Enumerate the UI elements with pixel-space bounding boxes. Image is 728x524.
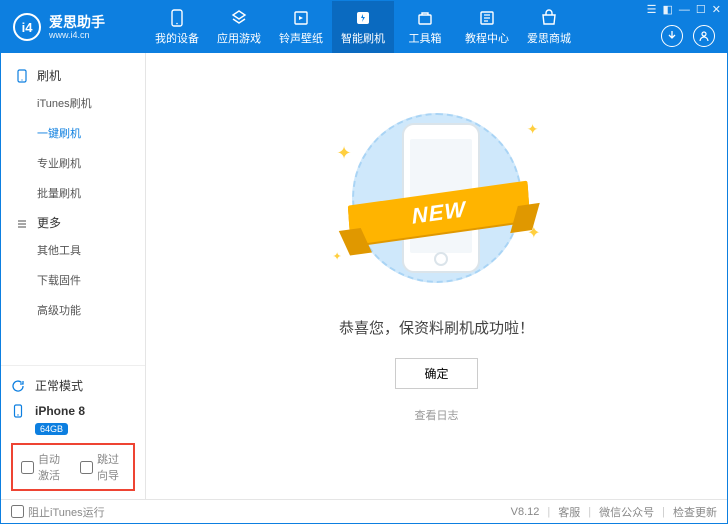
- window-controls: ☰ ◧ — ☐ ✕: [647, 3, 721, 16]
- storage-badge: 64GB: [35, 423, 68, 435]
- ringtones-icon: [292, 9, 310, 27]
- tab-ringtones[interactable]: 铃声壁纸: [270, 1, 332, 53]
- tab-label: 教程中心: [465, 30, 509, 46]
- group-title: 刷机: [37, 67, 61, 84]
- sidebar-group-header[interactable]: 更多: [1, 208, 145, 235]
- sidebar-item[interactable]: 批量刷机: [1, 178, 145, 208]
- group-icon: [15, 69, 29, 83]
- devices-icon: [168, 9, 186, 27]
- star-icon: ✦: [337, 143, 352, 164]
- version-label: V8.12: [511, 506, 540, 518]
- refresh-icon: [11, 379, 29, 393]
- tab-label: 爱思商城: [527, 30, 571, 46]
- confirm-button[interactable]: 确定: [395, 358, 477, 389]
- skip-guide-checkbox[interactable]: 跳过向导: [80, 451, 125, 483]
- main-content: ✦ ✦ ✦ ✦ NEW 恭喜您，保资料刷机成功啦！ 确定 查看日志: [146, 53, 727, 499]
- logo-subtitle: www.i4.cn: [49, 31, 105, 40]
- sidebar-item[interactable]: iTunes刷机: [1, 88, 145, 118]
- logo: i4 爱思助手 www.i4.cn: [1, 13, 146, 41]
- tab-label: 智能刷机: [341, 30, 385, 46]
- logo-icon: i4: [13, 13, 41, 41]
- toolbox-icon: [416, 9, 434, 27]
- tab-label: 工具箱: [409, 30, 442, 46]
- tab-label: 铃声壁纸: [279, 30, 323, 46]
- status-bar: 阻止iTunes运行 V8.12 | 客服 | 微信公众号 | 检查更新: [1, 499, 727, 523]
- tab-flash[interactable]: 智能刷机: [332, 1, 394, 53]
- sidebar-item[interactable]: 专业刷机: [1, 148, 145, 178]
- sidebar: 刷机 iTunes刷机一键刷机专业刷机批量刷机更多其他工具下载固件高级功能 正常模…: [1, 53, 146, 499]
- tab-label: 我的设备: [155, 30, 199, 46]
- mode-row[interactable]: 正常模式: [11, 374, 135, 397]
- apps-icon: [230, 9, 248, 27]
- tab-store[interactable]: 爱思商城: [518, 1, 580, 53]
- star-icon: ✦: [527, 121, 539, 138]
- view-log-link[interactable]: 查看日志: [415, 407, 459, 423]
- user-icon[interactable]: [693, 25, 715, 47]
- sidebar-group-header[interactable]: 刷机: [1, 61, 145, 88]
- minimize-icon[interactable]: —: [679, 4, 690, 16]
- maximize-icon[interactable]: ☐: [696, 3, 706, 16]
- logo-title: 爱思助手: [49, 15, 105, 29]
- close-icon[interactable]: ✕: [712, 3, 721, 16]
- flash-icon: [354, 9, 372, 27]
- star-icon: ✦: [333, 250, 342, 263]
- tab-toolbox[interactable]: 工具箱: [394, 1, 456, 53]
- skin-icon[interactable]: ◧: [663, 3, 673, 16]
- tutorial-icon: [478, 9, 496, 27]
- app-header: i4 爱思助手 www.i4.cn 我的设备 应用游戏 铃声壁纸 智能刷机 工具箱 教程中…: [1, 1, 727, 53]
- ribbon-banner: NEW: [349, 193, 529, 233]
- sidebar-item[interactable]: 其他工具: [1, 235, 145, 265]
- block-itunes-checkbox[interactable]: 阻止iTunes运行: [11, 504, 105, 520]
- group-icon: [15, 216, 29, 230]
- mode-label: 正常模式: [35, 377, 83, 394]
- auto-activate-checkbox[interactable]: 自动激活: [21, 451, 66, 483]
- options-highlight-box: 自动激活 跳过向导: [11, 443, 135, 491]
- sidebar-item[interactable]: 高级功能: [1, 295, 145, 325]
- phone-icon: [11, 404, 29, 418]
- sidebar-item[interactable]: 下载固件: [1, 265, 145, 295]
- wechat-link[interactable]: 微信公众号: [599, 504, 654, 520]
- check-update-link[interactable]: 检查更新: [673, 504, 717, 520]
- menu-icon[interactable]: ☰: [647, 3, 657, 16]
- group-title: 更多: [37, 214, 61, 231]
- tab-devices[interactable]: 我的设备: [146, 1, 208, 53]
- main-tabs: 我的设备 应用游戏 铃声壁纸 智能刷机 工具箱 教程中心 爱思商城: [146, 1, 580, 53]
- tab-label: 应用游戏: [217, 30, 261, 46]
- device-row[interactable]: iPhone 8: [11, 401, 135, 421]
- tab-tutorial[interactable]: 教程中心: [456, 1, 518, 53]
- success-illustration: ✦ ✦ ✦ ✦ NEW: [327, 103, 547, 293]
- download-icon[interactable]: [661, 25, 683, 47]
- sidebar-item[interactable]: 一键刷机: [1, 118, 145, 148]
- device-name: iPhone 8: [35, 404, 85, 418]
- tab-apps[interactable]: 应用游戏: [208, 1, 270, 53]
- header-actions: [661, 25, 715, 47]
- support-link[interactable]: 客服: [558, 504, 580, 520]
- store-icon: [540, 9, 558, 27]
- success-message: 恭喜您，保资料刷机成功啦！: [339, 317, 534, 338]
